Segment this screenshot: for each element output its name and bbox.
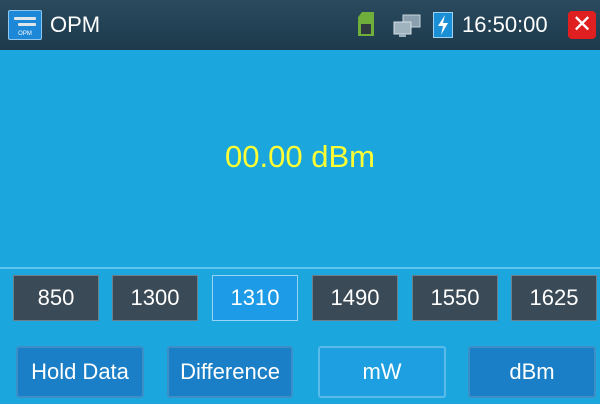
close-icon: ✕	[571, 11, 593, 38]
battery-charging-icon	[433, 12, 453, 38]
wavelength-selector: 850 1300 1310 1490 1550 1625	[0, 275, 600, 321]
icon-bar	[18, 23, 36, 26]
wavelength-1625-button[interactable]: 1625	[511, 275, 597, 321]
network-icon	[393, 14, 421, 37]
clock: 16:50:00	[462, 12, 548, 37]
action-bar: Hold Data Difference mW dBm	[0, 346, 600, 398]
wavelength-1300-button[interactable]: 1300	[112, 275, 198, 321]
divider	[0, 267, 600, 269]
hold-data-button[interactable]: Hold Data	[16, 346, 144, 398]
icon-bar	[14, 17, 36, 20]
mw-button[interactable]: mW	[318, 346, 446, 398]
wavelength-1310-button[interactable]: 1310	[212, 275, 298, 321]
sd-card-icon	[358, 12, 374, 36]
app-icon-caption: OPM	[18, 31, 32, 37]
app-title: OPM	[50, 12, 101, 37]
opm-app-icon: OPM	[8, 10, 42, 40]
wavelength-1490-button[interactable]: 1490	[312, 275, 398, 321]
close-button[interactable]: ✕	[568, 11, 596, 39]
opm-screen: OPM OPM 16:50:00 ✕ 00.00 dBm 850 1300 13…	[0, 0, 600, 404]
wavelength-1550-button[interactable]: 1550	[412, 275, 498, 321]
measurement-display: 00.00 dBm	[0, 50, 600, 267]
title-bar: OPM OPM 16:50:00 ✕	[0, 0, 600, 50]
dbm-button[interactable]: dBm	[468, 346, 596, 398]
difference-button[interactable]: Difference	[167, 346, 293, 398]
lightning-bolt-icon	[438, 15, 448, 35]
power-reading: 00.00 dBm	[225, 139, 375, 174]
wavelength-850-button[interactable]: 850	[13, 275, 99, 321]
